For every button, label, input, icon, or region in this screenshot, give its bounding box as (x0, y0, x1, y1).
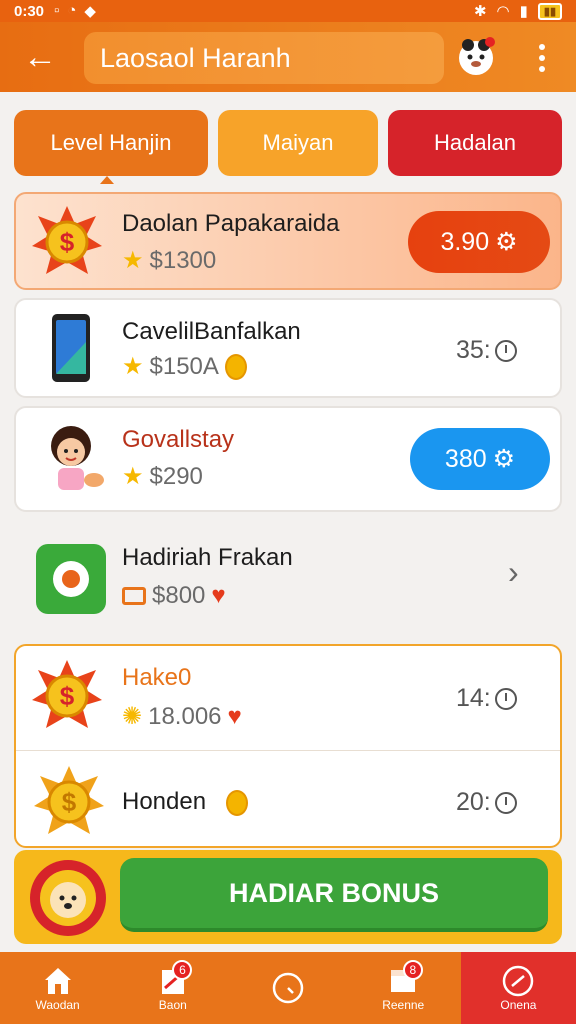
nav-label: Onena (500, 998, 537, 1012)
divider (16, 750, 560, 751)
status-bar: 0:30 ▫ ◔ ◆ ✱ ◠ ▮ ▮▮ (0, 0, 576, 22)
heart-icon: ♥ (227, 702, 242, 730)
chevron-right-icon[interactable]: › (508, 554, 519, 591)
game-app-icon (36, 544, 106, 614)
item-timer: 20: (456, 788, 517, 817)
clock-icon (494, 339, 517, 362)
status-left-icons: ▫ ◔ ◆ (54, 2, 96, 20)
item-timer: 14: (456, 684, 517, 713)
star-icon: ★ (122, 463, 144, 490)
status-right-icons: ✱ ◠ ▮ ▮▮ (474, 2, 562, 20)
gear-coin-icon: ⚙ (495, 228, 518, 256)
item-timer: 35: (456, 336, 517, 365)
reward-group: $ Hake0 ✺ 18.006 ♥ 14: $ Honden 20: (14, 644, 562, 848)
list-item[interactable]: Govallstay ★ $290 380 ⚙ (14, 406, 562, 512)
wifi-icon: ◠ (496, 3, 510, 20)
item-title: Hadiriah Frakan (122, 544, 293, 571)
clock-icon (272, 972, 304, 1004)
nav-timer[interactable] (230, 952, 345, 1024)
gold-coin-burst-icon: $ (34, 766, 104, 834)
nav-tasks[interactable]: Baon 6 (115, 952, 230, 1024)
dot-icon (539, 66, 545, 72)
nav-label: Reenne (382, 998, 425, 1012)
nav-label: Waodan (35, 998, 80, 1012)
puppy-badge-icon (30, 860, 106, 936)
list-item[interactable]: $ Daolan Papakaraida ★ $1300 3.90 ⚙ (14, 192, 562, 290)
item-title: Hake0 (122, 664, 192, 691)
battery-icon: ▮▮ (537, 2, 562, 20)
item-title: Honden (122, 788, 207, 815)
more-options-button[interactable] (524, 38, 560, 78)
notification-icon: ▫ (54, 2, 60, 19)
nav-shop[interactable]: Reenne 8 (346, 952, 461, 1024)
item-price-value: $150A (149, 352, 219, 380)
item-price-value: $800 (152, 582, 206, 609)
timer-value: 14: (456, 684, 491, 712)
item-price: $800 ♥ (122, 582, 226, 610)
tab-maiyan[interactable]: Maiyan (218, 110, 378, 176)
nav-profile[interactable]: Onena (460, 952, 576, 1024)
clock-icon (494, 791, 517, 814)
bottom-nav: Waodan Baon 6 Reenne 8 Onena (0, 952, 576, 1024)
tab-level[interactable]: Level Hanjin (14, 110, 208, 176)
arrow-left-icon: ← (23, 37, 57, 76)
page-title: Laosaol Haranh (84, 32, 444, 84)
svg-text:$: $ (62, 787, 77, 817)
buy-button-label: 380 (444, 444, 487, 473)
svg-text:$: $ (60, 681, 75, 711)
item-title: Daolan Papakaraida (122, 210, 340, 237)
back-button[interactable]: ← (0, 22, 80, 92)
dollar-burst-icon: $ (32, 660, 102, 728)
gear-coin-icon: ⚙ (492, 445, 516, 473)
nav-label: Baon (158, 998, 187, 1012)
item-price-value: $290 (149, 462, 203, 490)
status-time: 0:30 (14, 2, 45, 20)
coin-icon (224, 353, 247, 380)
star-icon: ★ (122, 353, 144, 380)
list-item[interactable]: CavelilBanfalkan ★ $150A 35: (14, 298, 562, 398)
item-price-value: 18.006 (148, 702, 222, 730)
dot-icon (539, 55, 545, 61)
claim-button[interactable]: 3.90 ⚙ (408, 211, 550, 273)
timer-value: 35: (456, 336, 491, 364)
item-title: CavelilBanfalkan (122, 318, 301, 345)
item-title: Govallstay (122, 426, 235, 453)
star-icon: ★ (122, 247, 144, 274)
signal-icon: ▮ (519, 3, 528, 20)
home-icon (44, 968, 71, 994)
gear-icon: ✺ (122, 703, 143, 730)
app-bar: ← Laosaol Haranh (0, 22, 576, 92)
mascot-avatar-icon[interactable] (454, 34, 498, 78)
clock-icon (494, 687, 517, 710)
buy-button[interactable]: 380 ⚙ (410, 428, 550, 490)
bonus-button[interactable]: HADIAR BONUS (120, 858, 548, 932)
smartphone-icon (52, 314, 90, 382)
active-tab-indicator (100, 176, 114, 184)
ticket-icon (122, 587, 146, 605)
girl-avatar-icon (51, 426, 104, 490)
item-price: ★ $290 (122, 462, 203, 491)
compass-icon (503, 965, 534, 997)
item-price: ★ $1300 (122, 246, 216, 275)
list-item[interactable]: Hadiriah Frakan $800 ♥ › (14, 522, 562, 634)
item-price: ★ $150A (122, 352, 247, 381)
svg-text:$: $ (60, 227, 75, 257)
nav-home[interactable]: Waodan (0, 952, 115, 1024)
coin-icon (226, 790, 248, 816)
heart-icon: ♥ (211, 582, 226, 609)
dollar-burst-icon: $ (32, 206, 102, 274)
tab-hadalan[interactable]: Hadalan (388, 110, 562, 176)
item-price: ✺ 18.006 ♥ (122, 702, 242, 731)
timer-value: 20: (456, 788, 491, 816)
notification-badge: 8 (402, 960, 423, 980)
bluetooth-icon: ✱ (473, 3, 487, 20)
tab-bar: Level Hanjin Maiyan Hadalan (14, 110, 562, 176)
notification-icon: ◆ (84, 3, 96, 20)
dot-icon (539, 44, 545, 50)
claim-button-label: 3.90 (440, 227, 490, 256)
bonus-panel: HADIAR BONUS (14, 850, 562, 944)
item-price-value: $1300 (149, 246, 217, 274)
notification-icon: ◔ (67, 2, 77, 19)
